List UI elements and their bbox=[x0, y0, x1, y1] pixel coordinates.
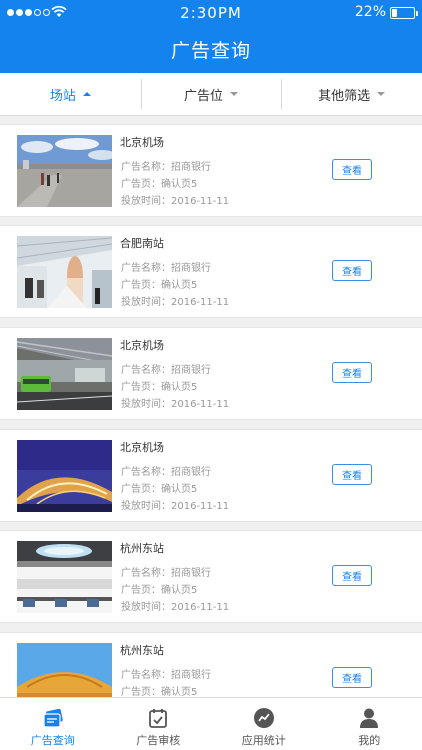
ad-list[interactable]: 北京机场 广告名称：招商银行 广告页：确认页5 投放时间：2016-11-11 … bbox=[0, 116, 422, 697]
ad-page: 广告页：确认页5 bbox=[121, 484, 198, 495]
ad-name: 广告名称：招商银行 bbox=[121, 162, 211, 173]
ad-name: 广告名称：招商银行 bbox=[121, 467, 211, 478]
station-photo bbox=[17, 135, 112, 207]
tab-ad-review[interactable]: 广告审核 bbox=[106, 698, 212, 750]
ad-time: 投放时间：2016-11-11 bbox=[121, 399, 230, 410]
ad-page: 广告页：确认页5 bbox=[121, 280, 198, 291]
caret-up-icon bbox=[82, 92, 91, 96]
ad-time: 投放时间：2016-11-11 bbox=[121, 501, 230, 512]
view-button[interactable]: 查看 bbox=[332, 260, 372, 281]
ad-card[interactable]: 合肥南站 广告名称：招商银行 广告页：确认页5 投放时间：2016-11-11 … bbox=[0, 225, 422, 318]
caret-down-icon bbox=[230, 92, 239, 96]
station-photo bbox=[17, 440, 112, 512]
view-button[interactable]: 查看 bbox=[332, 159, 372, 180]
person-icon bbox=[360, 708, 379, 728]
ad-name: 广告名称：招商银行 bbox=[121, 568, 211, 579]
tab-mine[interactable]: 我的 bbox=[317, 698, 422, 750]
station-name: 杭州东站 bbox=[120, 644, 164, 657]
filter-bar: 场站 广告位 其他筛选 bbox=[0, 73, 422, 116]
tab-bar: 广告查询 广告审核 应用统计 我的 bbox=[0, 697, 422, 750]
tab-mine-label: 我的 bbox=[358, 734, 381, 747]
ad-card[interactable]: 杭州东站 广告名称：招商银行 广告页：确认页5 投放时间：2016-11-11 … bbox=[0, 530, 422, 623]
ad-page: 广告页：确认页5 bbox=[121, 585, 198, 596]
ad-card[interactable]: 北京机场 广告名称：招商银行 广告页：确认页5 投放时间：2016-11-11 … bbox=[0, 124, 422, 217]
filter-other[interactable]: 其他筛选 bbox=[281, 73, 422, 115]
ad-card[interactable]: 北京机场 广告名称：招商银行 广告页：确认页5 投放时间：2016-11-11 … bbox=[0, 429, 422, 522]
ad-name: 广告名称：招商银行 bbox=[121, 263, 211, 274]
station-name: 合肥南站 bbox=[120, 237, 164, 250]
ad-card[interactable]: 杭州东站 广告名称：招商银行 广告页：确认页5 查看 bbox=[0, 632, 422, 697]
station-photo bbox=[17, 338, 112, 410]
station-photo bbox=[17, 541, 112, 613]
station-photo bbox=[17, 236, 112, 308]
view-button[interactable]: 查看 bbox=[332, 362, 372, 383]
station-photo bbox=[17, 643, 112, 697]
filter-ad-position[interactable]: 广告位 bbox=[140, 73, 282, 115]
filter-ad-position-label: 广告位 bbox=[184, 88, 224, 104]
page-title: 广告查询 bbox=[170, 40, 251, 62]
caret-down-icon bbox=[377, 92, 386, 96]
station-name: 北京机场 bbox=[120, 136, 164, 149]
stats-icon bbox=[253, 708, 274, 728]
filter-station[interactable]: 场站 bbox=[0, 73, 141, 115]
ad-name: 广告名称：招商银行 bbox=[121, 365, 211, 376]
station-name: 北京机场 bbox=[120, 441, 164, 454]
ad-time: 投放时间：2016-11-11 bbox=[121, 196, 230, 207]
tab-app-stats-label: 应用统计 bbox=[241, 734, 286, 747]
ad-time: 投放时间：2016-11-11 bbox=[121, 297, 230, 308]
calendar-check-icon bbox=[149, 709, 168, 728]
ad-search-icon bbox=[43, 708, 63, 728]
station-name: 杭州东站 bbox=[120, 542, 164, 555]
tab-app-stats[interactable]: 应用统计 bbox=[211, 698, 317, 750]
ad-page: 广告页：确认页5 bbox=[121, 179, 198, 190]
app-header: 2:30PM 22% 广告查询 bbox=[0, 0, 422, 73]
ad-time: 投放时间：2016-11-11 bbox=[121, 602, 230, 613]
ad-name: 广告名称：招商银行 bbox=[121, 670, 211, 681]
tab-ad-search-label: 广告查询 bbox=[30, 734, 75, 747]
battery-icon bbox=[390, 7, 418, 19]
view-button[interactable]: 查看 bbox=[332, 565, 372, 586]
view-button[interactable]: 查看 bbox=[332, 464, 372, 485]
ad-card[interactable]: 北京机场 广告名称：招商银行 广告页：确认页5 投放时间：2016-11-11 … bbox=[0, 327, 422, 420]
ad-page: 广告页：确认页5 bbox=[121, 687, 198, 697]
ad-page: 广告页：确认页5 bbox=[121, 382, 198, 393]
tab-ad-search[interactable]: 广告查询 bbox=[0, 698, 106, 750]
station-name: 北京机场 bbox=[120, 339, 164, 352]
filter-station-label: 场站 bbox=[49, 88, 76, 104]
filter-other-label: 其他筛选 bbox=[318, 88, 371, 104]
view-button[interactable]: 查看 bbox=[332, 667, 372, 688]
status-bar: 2:30PM 22% bbox=[0, 0, 422, 26]
tab-ad-review-label: 广告审核 bbox=[136, 734, 181, 747]
battery-percentage: 22% bbox=[354, 4, 386, 20]
